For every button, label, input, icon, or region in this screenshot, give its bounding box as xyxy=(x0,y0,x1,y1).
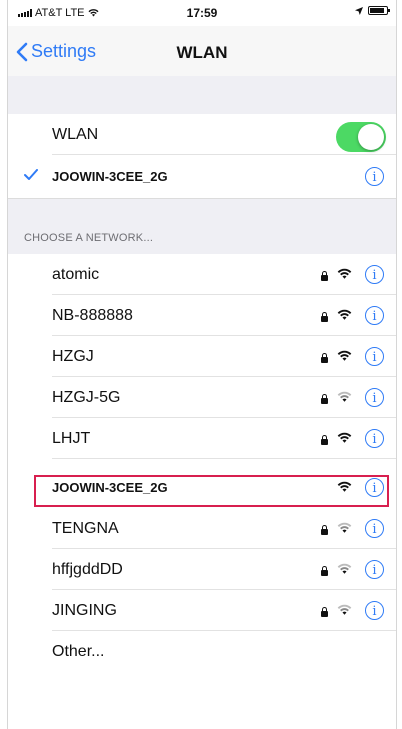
info-icon[interactable]: i xyxy=(365,429,384,448)
wifi-signal-icon xyxy=(337,522,352,533)
lock-icon xyxy=(321,525,328,535)
lock-icon xyxy=(321,394,328,404)
network-name: LHJT xyxy=(52,429,91,447)
wifi-signal-icon xyxy=(337,432,352,443)
wifi-signal-icon xyxy=(337,563,352,574)
status-bar: AT&T LTE 17:59 xyxy=(8,0,396,26)
status-time: 17:59 xyxy=(186,6,218,20)
info-icon[interactable]: i xyxy=(365,601,384,620)
lock-icon xyxy=(321,353,328,363)
status-right xyxy=(355,6,390,15)
connected-network-row[interactable]: JOOWIN-3CEE_2G i xyxy=(8,155,396,198)
wifi-signal-icon xyxy=(337,604,352,615)
info-icon[interactable]: i xyxy=(365,519,384,538)
network-row-hffjgdddd[interactable]: hffjgddDD i xyxy=(8,549,396,590)
toggle-knob xyxy=(358,124,384,150)
network-row-hzgj[interactable]: HZGJ i xyxy=(8,336,396,377)
network-name: TENGNA xyxy=(52,519,119,537)
section-spacer-2 xyxy=(8,198,396,255)
row-divider xyxy=(52,458,396,459)
lock-icon xyxy=(321,312,328,322)
wifi-signal-icon xyxy=(337,350,352,361)
network-row-lhjt[interactable]: LHJT i xyxy=(8,418,396,459)
battery-icon xyxy=(368,6,390,15)
info-icon[interactable]: i xyxy=(365,306,384,325)
wifi-signal-icon xyxy=(337,309,352,320)
network-name: NB-888888 xyxy=(52,306,133,324)
lock-icon xyxy=(321,435,328,445)
network-name: hffjgddDD xyxy=(52,560,123,578)
phone-screen: AT&T LTE 17:59 Settings WLAN WLAN JOOWIN… xyxy=(7,0,397,729)
wlan-toggle-switch[interactable] xyxy=(336,122,386,152)
network-name: JINGING xyxy=(52,601,117,619)
section-spacer xyxy=(8,76,396,115)
choose-network-header: CHOOSE A NETWORK... xyxy=(24,232,154,244)
network-row-atomic[interactable]: atomic i xyxy=(8,254,396,295)
highlight-box xyxy=(34,475,389,507)
lock-icon xyxy=(321,566,328,576)
lock-icon xyxy=(321,607,328,617)
wifi-signal-icon xyxy=(337,391,352,402)
info-icon[interactable]: i xyxy=(365,167,384,186)
network-name: atomic xyxy=(52,265,100,283)
checkmark-icon xyxy=(24,169,38,180)
page-title: WLAN xyxy=(176,43,228,62)
network-row-hzgj-5g[interactable]: HZGJ-5G i xyxy=(8,377,396,418)
wlan-toggle-row: WLAN xyxy=(8,114,396,155)
wlan-label: WLAN xyxy=(52,125,99,143)
info-icon[interactable]: i xyxy=(365,265,384,284)
network-name: HZGJ xyxy=(52,347,94,365)
navigation-bar: Settings WLAN xyxy=(8,26,396,76)
network-name: HZGJ-5G xyxy=(52,388,121,406)
info-icon[interactable]: i xyxy=(365,347,384,366)
info-icon[interactable]: i xyxy=(365,560,384,579)
info-icon[interactable]: i xyxy=(365,388,384,407)
other-network-label: Other... xyxy=(52,642,105,660)
network-row-tengna[interactable]: TENGNA i xyxy=(8,508,396,549)
lock-icon xyxy=(321,271,328,281)
connected-network-name: JOOWIN-3CEE_2G xyxy=(52,169,168,184)
other-network-row[interactable]: Other... xyxy=(8,631,396,672)
network-row-jinging[interactable]: JINGING i xyxy=(8,590,396,631)
wifi-signal-icon xyxy=(337,268,352,279)
network-row-nb-888888[interactable]: NB-888888 i xyxy=(8,295,396,336)
location-arrow-icon xyxy=(355,6,363,15)
